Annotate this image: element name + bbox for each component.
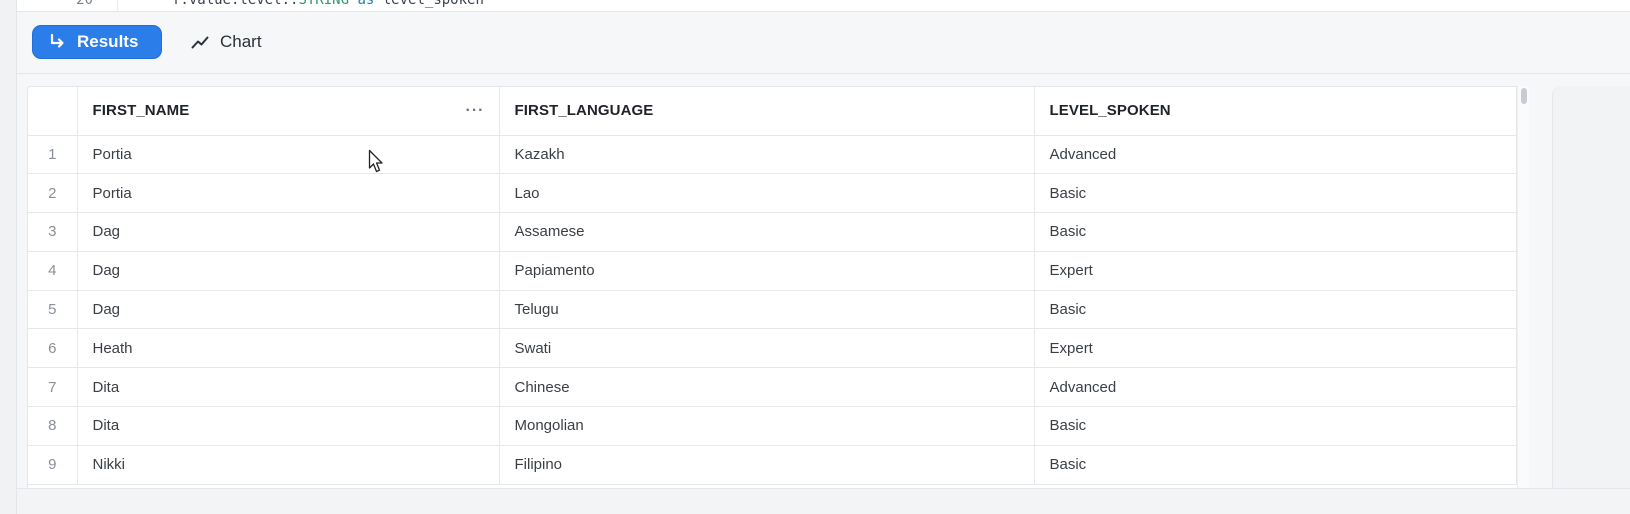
table-row[interactable]: 7 Dita Chinese Advanced	[28, 367, 1517, 408]
chart-tab-label: Chart	[220, 32, 262, 51]
cell-level-spoken[interactable]: Expert	[1034, 251, 1517, 291]
table-row[interactable]: 5 Dag Telugu Basic	[28, 290, 1517, 330]
table-row[interactable]: 1 Portia Kazakh Advanced	[28, 135, 1517, 175]
column-header-label: FIRST_LANGUAGE	[514, 102, 654, 120]
code-keyword: as	[357, 0, 375, 8]
bottom-strip	[17, 488, 1630, 514]
row-index: 9	[28, 445, 78, 485]
table-row[interactable]: 4 Dag Papiamento Expert	[28, 251, 1517, 291]
code-prefix: f.value:level::	[172, 0, 299, 8]
cell-first-language[interactable]: Papiamento	[499, 251, 1035, 291]
cell-first-language[interactable]: Filipino	[499, 445, 1035, 485]
cell-first-language[interactable]: Chinese	[499, 367, 1035, 408]
row-index-header	[28, 87, 78, 136]
results-tab-label: Results	[77, 32, 139, 51]
table-row[interactable]: 2 Portia Lao Basic	[28, 173, 1517, 214]
arrow-return-icon	[50, 33, 64, 48]
table-row[interactable]: 9 Nikki Filipino Basic	[28, 445, 1517, 485]
column-header-level-spoken[interactable]: LEVEL_SPOKEN	[1034, 87, 1517, 136]
table-row[interactable]: 8 Dita Mongolian Basic	[28, 406, 1517, 446]
gutter-divider	[117, 0, 118, 11]
vertical-scrollbar[interactable]	[1517, 86, 1529, 514]
row-index: 4	[28, 251, 78, 291]
cell-first-name[interactable]: Dag	[77, 212, 500, 252]
line-number: 20	[76, 0, 93, 8]
cell-first-name[interactable]: Nikki	[77, 445, 500, 485]
scrollbar-thumb[interactable]	[1521, 88, 1527, 104]
row-index: 1	[28, 135, 78, 175]
cell-first-name[interactable]: Portia	[77, 173, 500, 214]
column-header-label: LEVEL_SPOKEN	[1049, 102, 1171, 120]
table-header-row: FIRST_NAME ··· FIRST_LANGUAGE LEVEL_SPOK…	[28, 87, 1517, 136]
chart-tab-button[interactable]: Chart	[186, 25, 286, 59]
row-index: 8	[28, 406, 78, 446]
results-tab-button[interactable]: Results	[32, 25, 162, 59]
results-pane: 20 f.value:level::STRING as level_spoken…	[0, 0, 1630, 514]
cell-first-name[interactable]: Heath	[77, 328, 500, 369]
cell-first-name[interactable]: Dita	[77, 406, 500, 446]
sql-editor[interactable]: 20 f.value:level::STRING as level_spoken	[17, 0, 1630, 12]
cell-level-spoken[interactable]: Basic	[1034, 445, 1517, 485]
row-index: 2	[28, 173, 78, 214]
cell-level-spoken[interactable]: Basic	[1034, 290, 1517, 330]
row-index: 3	[28, 212, 78, 252]
cell-first-language[interactable]: Assamese	[499, 212, 1035, 252]
left-rail	[0, 0, 17, 514]
table-row[interactable]: 6 Heath Swati Expert	[28, 328, 1517, 369]
cell-first-language[interactable]: Kazakh	[499, 135, 1035, 175]
side-panel-edge	[1552, 86, 1630, 514]
column-header-first-language[interactable]: FIRST_LANGUAGE	[499, 87, 1035, 136]
cell-first-language[interactable]: Swati	[499, 328, 1035, 369]
cell-level-spoken[interactable]: Expert	[1034, 328, 1517, 369]
row-index: 5	[28, 290, 78, 330]
cell-level-spoken[interactable]: Basic	[1034, 173, 1517, 214]
results-grid: FIRST_NAME ··· FIRST_LANGUAGE LEVEL_SPOK…	[27, 86, 1527, 514]
column-menu-icon[interactable]: ···	[466, 102, 485, 120]
code-suffix: level_spoken	[374, 0, 484, 8]
code-type: STRING	[298, 0, 350, 8]
cell-first-language[interactable]: Mongolian	[499, 406, 1035, 446]
row-index: 6	[28, 328, 78, 369]
line-chart-icon	[191, 36, 209, 49]
cell-first-name[interactable]: Dag	[77, 251, 500, 291]
column-header-label: FIRST_NAME	[92, 102, 190, 120]
cell-first-name[interactable]: Dita	[77, 367, 500, 408]
cell-level-spoken[interactable]: Basic	[1034, 212, 1517, 252]
cell-first-name[interactable]: Portia	[77, 135, 500, 175]
table-row[interactable]: 3 Dag Assamese Basic	[28, 212, 1517, 252]
cell-first-name[interactable]: Dag	[77, 290, 500, 330]
cell-first-language[interactable]: Lao	[499, 173, 1035, 214]
cell-first-language[interactable]: Telugu	[499, 290, 1035, 330]
cell-level-spoken[interactable]: Advanced	[1034, 135, 1517, 175]
row-index: 7	[28, 367, 78, 408]
results-table: FIRST_NAME ··· FIRST_LANGUAGE LEVEL_SPOK…	[28, 87, 1517, 485]
cell-level-spoken[interactable]: Basic	[1034, 406, 1517, 446]
column-header-first-name[interactable]: FIRST_NAME ···	[77, 87, 500, 136]
code-line[interactable]: f.value:level::STRING as level_spoken	[172, 0, 484, 8]
cell-level-spoken[interactable]: Advanced	[1034, 367, 1517, 408]
